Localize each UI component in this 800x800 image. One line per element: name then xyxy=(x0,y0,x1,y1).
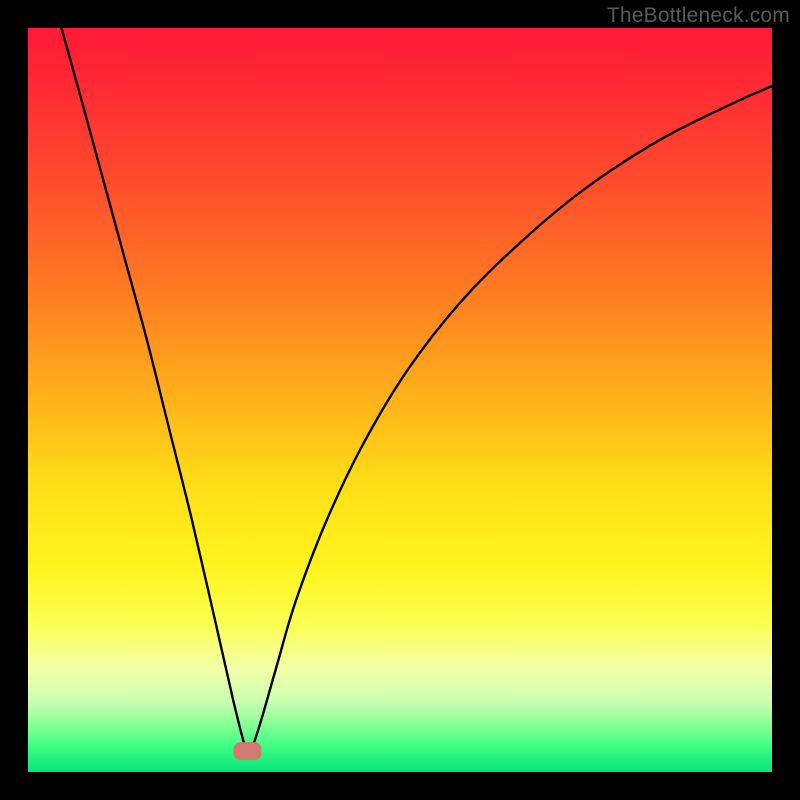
optimal-point-marker xyxy=(233,742,261,760)
chart-plot-area xyxy=(28,28,772,772)
chart-svg xyxy=(28,28,772,772)
watermark-text: TheBottleneck.com xyxy=(607,4,790,28)
